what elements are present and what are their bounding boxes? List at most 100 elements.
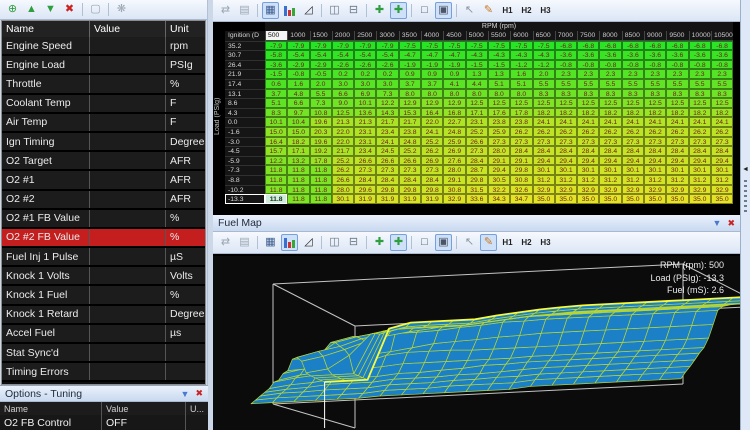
ignition-cell[interactable]: 24.1 [688, 117, 711, 127]
ignition-cell[interactable]: -7.5 [443, 40, 466, 51]
ignition-cell[interactable]: 27.3 [577, 136, 600, 147]
ignition-cell[interactable]: 12.5 [510, 98, 533, 108]
ignition-cell[interactable]: 8.3 [577, 88, 600, 99]
ignition-cell[interactable]: 24.8 [398, 136, 422, 147]
gauge-cluster-icon[interactable]: ⇄ [217, 234, 234, 251]
ignition-cell[interactable]: -4.3 [510, 50, 533, 60]
ignition-cell[interactable]: -7.9 [309, 40, 332, 51]
ignition-cell[interactable]: 12.5 [577, 98, 600, 108]
rpm-column-header[interactable]: 2500 [354, 31, 377, 41]
ignition-cell[interactable]: 27.3 [599, 136, 622, 147]
ignition-cell[interactable]: 29.1 [443, 174, 466, 185]
ignition-cell[interactable]: 28.4 [554, 146, 578, 156]
ignition-cell[interactable]: -5.4 [287, 50, 310, 60]
ignition-cell[interactable]: 31.2 [554, 174, 578, 185]
h3-button[interactable]: H3 [537, 234, 554, 251]
ignition-cell[interactable]: 29.4 [621, 155, 645, 166]
ignition-cell[interactable]: 26.2 [510, 126, 533, 137]
rpm-column-header[interactable]: 1000 [287, 31, 310, 41]
ignition-cell[interactable]: 24.5 [376, 146, 399, 156]
gauge-row[interactable]: Knock 1 Fuel% [2, 286, 205, 306]
ignition-cell[interactable]: 12.5 [666, 98, 689, 108]
ignition-cell[interactable]: 30.1 [621, 165, 645, 175]
ignition-cell[interactable]: 35.0 [577, 194, 600, 204]
ignition-cell[interactable]: -4.7 [443, 50, 466, 60]
ignition-cell[interactable]: -1.9 [398, 59, 422, 70]
ignition-cell[interactable]: -6.8 [554, 40, 578, 51]
ignition-cell[interactable]: -1.5 [465, 59, 488, 70]
ignition-cell[interactable]: 26.6 [331, 174, 355, 185]
ignition-cell[interactable]: 29.4 [710, 155, 734, 166]
rpm-column-header[interactable]: 7000 [554, 31, 578, 41]
ignition-cell[interactable]: 3.0 [354, 78, 377, 89]
ignition-cell[interactable]: 4.4 [465, 78, 488, 89]
ignition-cell[interactable]: 27.6 [443, 155, 466, 166]
ignition-cell[interactable]: -6.8 [621, 40, 645, 51]
ignition-cell[interactable]: 28.4 [398, 174, 422, 185]
ignition-cell[interactable]: 32.9 [599, 184, 622, 195]
ignition-cell[interactable]: 26.2 [599, 126, 622, 137]
ignition-cell[interactable]: 29.4 [599, 155, 622, 166]
ignition-cell[interactable]: 8.0 [443, 88, 466, 99]
collapse-arrow-icon[interactable]: ◄ [742, 166, 749, 173]
ignition-cell[interactable]: -0.8 [710, 59, 734, 70]
ignition-cell[interactable]: -2.9 [309, 59, 332, 70]
ignition-cell[interactable]: 30.8 [443, 184, 466, 195]
ignition-cell[interactable]: 31.9 [421, 194, 444, 204]
ignition-cell[interactable]: 5.5 [532, 78, 555, 89]
ignition-cell[interactable]: 9.7 [287, 107, 310, 118]
ignition-cell[interactable]: 22.0 [331, 126, 355, 137]
ignition-cell[interactable]: -0.8 [554, 59, 578, 70]
ignition-cell[interactable]: -4.7 [421, 50, 444, 60]
load-row-header[interactable]: -5.9 [225, 155, 265, 166]
ignition-cell[interactable]: 1.6 [287, 78, 310, 89]
ignition-cell[interactable]: -1.5 [487, 59, 511, 70]
rpm-column-header[interactable]: 5500 [487, 31, 511, 41]
ignition-cell[interactable]: 11.8 [265, 184, 288, 195]
ignition-cell[interactable]: 22.0 [331, 136, 355, 147]
rpm-column-header[interactable]: 6000 [510, 31, 533, 41]
ignition-cell[interactable]: -5.4 [376, 50, 399, 60]
ignition-cell[interactable]: 12.5 [465, 98, 488, 108]
ignition-cell[interactable]: 6.6 [331, 88, 355, 99]
ignition-cell[interactable]: -3.6 [554, 50, 578, 60]
ignition-cell[interactable]: 16.4 [265, 136, 288, 147]
h1-button[interactable]: H1 [499, 234, 516, 251]
load-row-header[interactable]: 30.7 [225, 50, 265, 60]
ignition-cell[interactable]: -7.5 [398, 40, 422, 51]
ignition-cell[interactable]: 24.1 [599, 117, 622, 127]
ignition-cell[interactable]: 9.0 [331, 98, 355, 108]
gauge-row[interactable]: Engine Load PSIg [2, 56, 205, 76]
pencil-icon[interactable]: ✎ [480, 234, 497, 251]
ignition-cell[interactable]: 35.0 [599, 194, 622, 204]
move-up-icon[interactable]: ▲ [23, 1, 40, 18]
ignition-cell[interactable]: 18.2 [688, 107, 711, 118]
table-view-icon[interactable]: ▦ [262, 234, 279, 251]
rpm-column-header[interactable]: 8000 [599, 31, 622, 41]
ignition-cell[interactable]: -4.3 [487, 50, 511, 60]
ignition-cell[interactable]: 12.5 [644, 98, 667, 108]
ignition-cell[interactable]: 32.9 [688, 184, 711, 195]
ignition-cell[interactable]: 12.9 [421, 98, 444, 108]
ignition-cell[interactable]: 23.4 [354, 146, 377, 156]
ignition-cell[interactable]: 25.9 [443, 136, 466, 147]
load-row-header[interactable]: -7.3 [225, 165, 265, 175]
ignition-cell[interactable]: 28.4 [688, 146, 711, 156]
ignition-cell[interactable]: 28.4 [599, 146, 622, 156]
ignition-cell[interactable]: 11.8 [287, 165, 310, 175]
ignition-cell[interactable]: 12.2 [376, 98, 399, 108]
gauge-row[interactable]: O2 #2 AFR [2, 190, 205, 210]
shrink-cells-icon[interactable]: ✚ [371, 234, 388, 251]
load-row-header[interactable]: -13.3 [225, 194, 265, 204]
ignition-cell[interactable]: 2.0 [532, 69, 555, 79]
ignition-cell[interactable]: -0.8 [599, 59, 622, 70]
ignition-cell[interactable]: 1.3 [465, 69, 488, 79]
ignition-cell[interactable]: -7.5 [510, 40, 533, 51]
ignition-cell[interactable]: -0.8 [621, 59, 645, 70]
pencil-icon[interactable]: ✎ [480, 2, 497, 19]
ignition-cell[interactable]: 17.1 [287, 146, 310, 156]
ignition-cell[interactable]: 10.8 [309, 107, 332, 118]
ignition-cell[interactable]: -3.6 [710, 50, 734, 60]
ignition-cell[interactable]: 35.0 [532, 194, 555, 204]
ignition-cell[interactable]: -3.6 [621, 50, 645, 60]
